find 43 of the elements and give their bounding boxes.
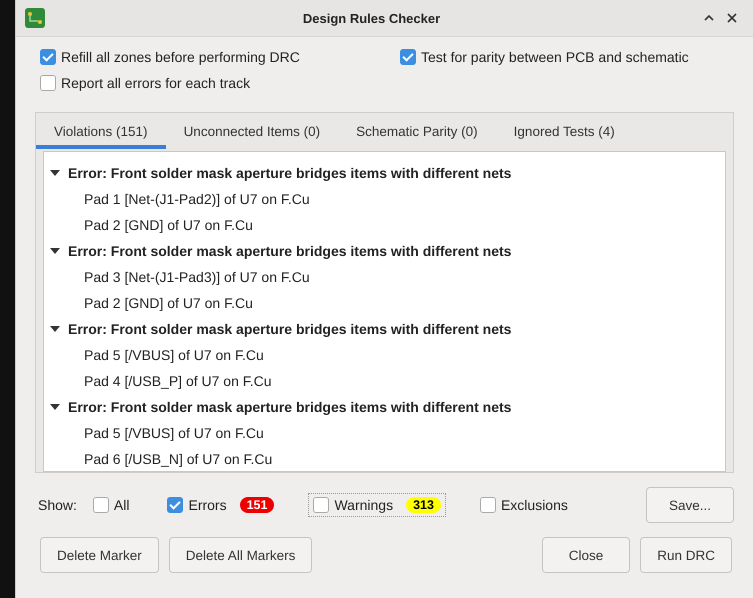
count-badge: 313 — [406, 497, 441, 513]
close-button[interactable]: Close — [542, 537, 630, 573]
checkbox[interactable] — [167, 497, 184, 513]
violation-title[interactable]: Error: Front solder mask aperture bridges items with different nets — [68, 243, 512, 259]
filter-label: All — [114, 497, 130, 513]
violation-item[interactable]: Pad 3 [Net-(J1-Pad3)] of U7 on F.Cu — [84, 269, 310, 285]
violation-item[interactable]: Pad 2 [GND] of U7 on F.Cu — [84, 295, 253, 311]
tab[interactable]: Schematic Parity (0) — [338, 113, 496, 149]
show-label: Show: — [38, 497, 77, 513]
checkbox[interactable] — [40, 75, 56, 91]
checkbox-label: Report all errors for each track — [61, 75, 250, 91]
filter-label: Errors — [188, 497, 227, 513]
filter-label: Warnings — [334, 497, 394, 513]
violation-item[interactable]: Pad 5 [/VBUS] of U7 on F.Cu — [84, 425, 264, 441]
checkbox[interactable] — [313, 497, 330, 513]
expander-icon[interactable] — [50, 403, 60, 411]
violation-item[interactable]: Pad 6 [/USB_N] of U7 on F.Cu — [84, 451, 272, 467]
app-icon — [24, 7, 46, 29]
expander-icon[interactable] — [50, 247, 60, 255]
checkbox-label: Test for parity between PCB and schematic — [421, 49, 689, 65]
window-title: Design Rules Checker — [302, 10, 442, 26]
filter-label: Exclusions — [500, 497, 568, 513]
violation-item[interactable]: Pad 2 [GND] of U7 on F.Cu — [84, 217, 253, 233]
violation-item[interactable]: Pad 5 [/VBUS] of U7 on F.Cu — [84, 347, 264, 363]
violation-title[interactable]: Error: Front solder mask aperture bridges items with different nets — [68, 399, 512, 415]
violation-item[interactable]: Pad 4 [/USB_P] of U7 on F.Cu — [84, 373, 272, 389]
checkbox[interactable] — [480, 497, 496, 513]
checkbox[interactable] — [92, 497, 109, 513]
expander-icon[interactable] — [50, 325, 60, 333]
delete-marker-button[interactable]: Delete Marker — [40, 537, 159, 573]
tab[interactable]: Ignored Tests (4) — [496, 113, 633, 149]
delete-all-markers-button[interactable]: Delete All Markers — [168, 537, 312, 573]
checkbox[interactable] — [400, 49, 416, 65]
expander-icon[interactable] — [50, 169, 60, 177]
violation-title[interactable]: Error: Front solder mask aperture bridges items with different nets — [68, 321, 512, 337]
checkbox-label: Refill all zones before performing DRC — [61, 49, 300, 65]
run-drc-button[interactable]: Run DRC — [640, 537, 732, 573]
tab[interactable]: Unconnected Items (0) — [166, 113, 338, 149]
checkbox[interactable] — [40, 49, 56, 65]
count-badge: 151 — [240, 497, 274, 513]
violation-item[interactable]: Pad 1 [Net-(J1-Pad2)] of U7 on F.Cu — [84, 191, 310, 207]
violation-title[interactable]: Error: Front solder mask aperture bridges items with different nets — [68, 165, 512, 181]
save-button[interactable]: Save... — [646, 487, 734, 523]
